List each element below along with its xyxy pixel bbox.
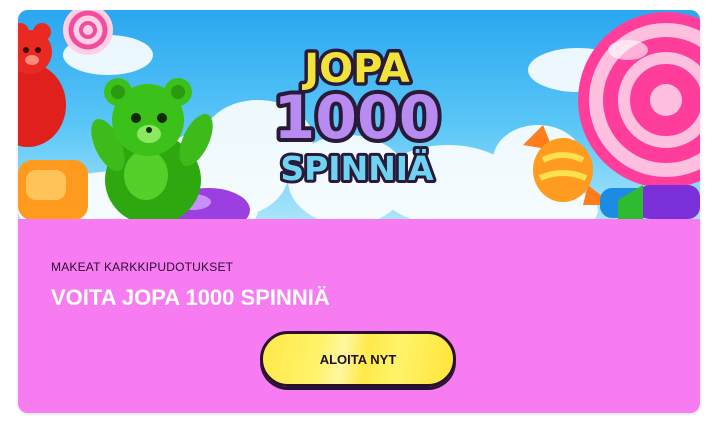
banner-artwork: JOPA 1000 SPINNIÄ: [18, 10, 700, 219]
jackpot-logo: JOPA 1000 SPINNIÄ: [270, 43, 445, 192]
promo-card: JOPA 1000 SPINNIÄ MAKEAT KARKKIPUDOTUKSE…: [18, 10, 700, 413]
promo-subtitle: MAKEAT KARKKIPUDOTUKSET: [51, 260, 234, 274]
gummy-bear-red-icon: [18, 23, 66, 147]
svg-text:1000: 1000: [274, 83, 441, 153]
promo-content: MAKEAT KARKKIPUDOTUKSET VOITA JOPA 1000 …: [18, 219, 700, 413]
lollipop-icon: [578, 12, 700, 188]
promo-headline: VOITA JOPA 1000 SPINNIÄ: [51, 285, 330, 310]
svg-text:SPINNIÄ: SPINNIÄ: [280, 148, 434, 188]
promo-banner: JOPA 1000 SPINNIÄ: [18, 10, 700, 219]
start-now-button[interactable]: ALOITA NYT: [260, 331, 456, 387]
